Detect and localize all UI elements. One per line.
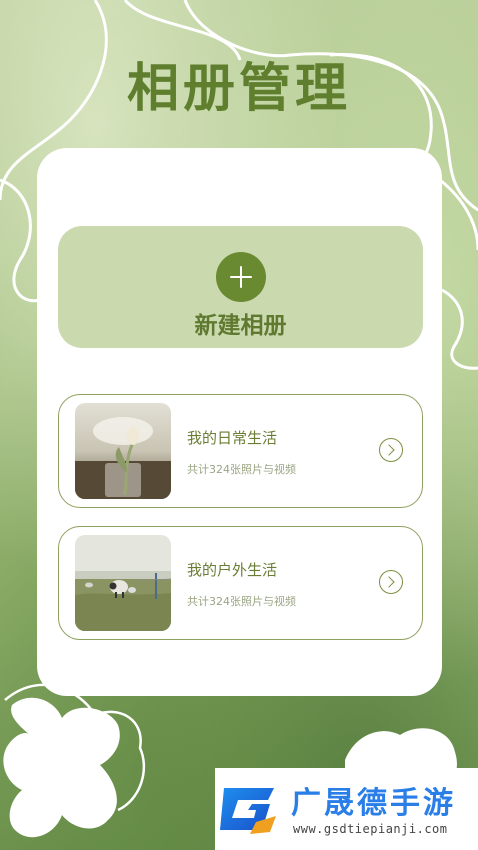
album-thumbnail xyxy=(75,535,171,631)
chevron-right-circle-icon[interactable] xyxy=(379,438,403,462)
new-album-button[interactable]: 新建相册 xyxy=(58,226,423,348)
watermark-title: 广晟德手游 xyxy=(291,786,456,821)
watermark-url: www.gsdtiepianji.com xyxy=(293,822,448,836)
plus-icon xyxy=(216,252,266,302)
page-title: 相册管理 xyxy=(126,59,351,119)
chevron-right-circle-icon[interactable] xyxy=(379,570,403,594)
watermark-logo-icon xyxy=(220,788,276,834)
album-thumbnail xyxy=(75,403,171,499)
new-album-label: 新建相册 xyxy=(194,313,287,339)
watermark-banner: 广晟德手游 www.gsdtiepianji.com xyxy=(215,768,478,850)
album-count: 共计324张照片与视频 xyxy=(187,463,296,476)
album-name: 我的户外生活 xyxy=(187,561,278,579)
album-item-daily[interactable]: 我的日常生活 共计324张照片与视频 xyxy=(58,394,423,508)
album-count: 共计324张照片与视频 xyxy=(187,595,296,608)
album-name: 我的日常生活 xyxy=(187,429,278,447)
album-item-outdoor[interactable]: 我的户外生活 共计324张照片与视频 xyxy=(58,526,423,640)
